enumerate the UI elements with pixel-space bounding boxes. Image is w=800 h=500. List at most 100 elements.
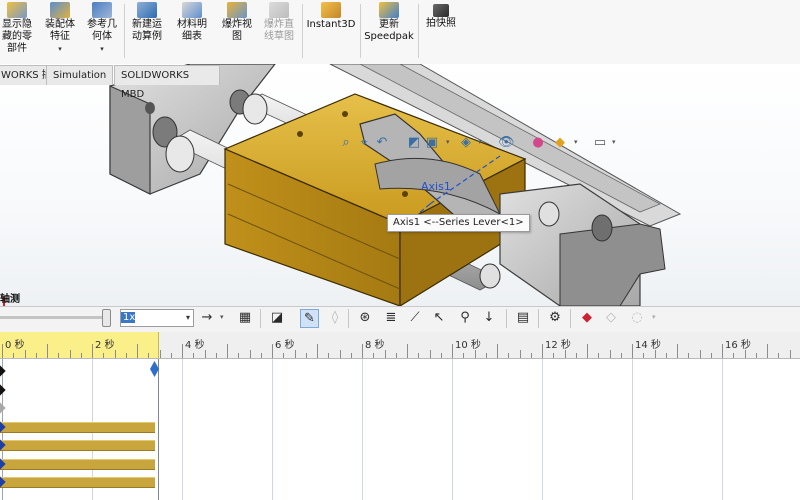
timeline-tick-label: 0 秒 <box>5 340 25 351</box>
new-motion-study-button[interactable]: 新建运 动算例 <box>127 0 167 64</box>
dropdown-caret-icon[interactable]: ▾ <box>82 43 122 55</box>
timeline-tick <box>418 353 420 358</box>
timeline-tick <box>35 353 37 358</box>
timeline-tick <box>620 353 622 358</box>
rod-end <box>538 201 560 227</box>
timeline-tick <box>148 353 150 358</box>
timeline-tick <box>24 350 26 358</box>
section-view-icon[interactable]: ◩ <box>406 134 422 152</box>
dropdown-caret-icon[interactable]: ▾ <box>446 138 450 146</box>
timeline-tick <box>553 353 555 358</box>
apply-scene-icon[interactable]: ◆ <box>552 134 568 152</box>
motion-study-properties-icon[interactable]: ⚙ <box>546 309 564 327</box>
ribbon-separator <box>124 4 125 58</box>
instant3d-button[interactable]: Instant3D <box>305 0 357 64</box>
zoom-to-area-icon[interactable]: ⌖ <box>356 134 372 152</box>
motor-icon[interactable]: ⊛ <box>356 309 374 327</box>
previous-view-icon[interactable]: ↶ <box>374 134 390 152</box>
playback-slider-thumb[interactable] <box>102 309 111 327</box>
save-animation-icon[interactable]: ▦ <box>236 309 254 327</box>
key-bar[interactable] <box>0 458 155 470</box>
timeline-tick <box>508 353 510 358</box>
dropdown-caret-icon[interactable]: ▾ <box>574 138 578 146</box>
view-orientation-icon[interactable]: ▣ <box>424 134 440 152</box>
show-hidden-components-button[interactable]: 显示隐 藏的零 部件 <box>0 0 34 64</box>
tab-simulation[interactable]: Simulation <box>46 65 114 85</box>
animation-wizard-icon[interactable]: ◪ <box>268 309 286 327</box>
right-block-hole <box>591 214 613 242</box>
timeline-tick <box>58 353 60 358</box>
timeline-tick <box>485 353 487 358</box>
gravity-icon[interactable]: ↓ <box>480 309 498 327</box>
timeline-tick <box>80 353 82 358</box>
timeline-tick <box>69 350 71 358</box>
screw-hole <box>342 111 348 117</box>
material-icon[interactable]: ◆ <box>578 309 596 327</box>
dropdown-caret-icon[interactable]: ▾ <box>652 313 656 321</box>
tab-solidworks-mbd[interactable]: SOLIDWORKS MBD <box>114 65 220 100</box>
timeline-tick <box>170 353 172 358</box>
timeline-tick <box>632 344 633 358</box>
rod-end <box>479 263 501 289</box>
toolbar-separator <box>506 309 507 328</box>
add-update-key-icon[interactable]: ◊ <box>326 309 344 327</box>
dropdown-caret-icon[interactable]: ▾ <box>40 43 80 55</box>
timeline-tick <box>440 353 442 358</box>
timeline-tick-label: 10 秒 <box>455 340 481 351</box>
timeline-tick <box>193 353 195 358</box>
timeline-tick-label: 14 秒 <box>635 340 661 351</box>
timeline-tick-label: 2 秒 <box>95 340 115 351</box>
timeline-tick <box>272 344 273 358</box>
take-snapshot-button[interactable]: 拍快照 <box>421 0 461 64</box>
timeline-tick <box>350 353 352 358</box>
dropdown-caret-icon[interactable]: ▾ <box>612 138 616 146</box>
key-bar[interactable] <box>0 440 155 451</box>
timeline-tick <box>474 350 476 358</box>
reference-geometry-button[interactable]: 参考几 何体 ▾ <box>82 0 122 64</box>
spring-icon[interactable]: ≣ <box>382 309 400 327</box>
update-speedpak-icon <box>379 2 399 18</box>
explode-line-sketch-button[interactable]: 爆炸直 线草图 <box>259 0 299 64</box>
timeline-gridline <box>632 359 633 500</box>
hide-show-items-icon[interactable]: 👁 <box>498 134 515 152</box>
timeline-gridline <box>542 359 543 500</box>
toolbar-separator <box>348 309 349 328</box>
timeline-tick <box>13 353 15 358</box>
autokey-icon[interactable]: ✎ <box>300 309 319 328</box>
timeline-tick <box>564 350 566 358</box>
contact-icon[interactable]: ⚲ <box>456 309 474 327</box>
timeline-tick-label: 6 秒 <box>275 340 295 351</box>
dropdown-caret-icon[interactable]: ▾ <box>220 313 224 321</box>
key-bar[interactable] <box>0 477 155 488</box>
zoom-to-fit-icon[interactable]: ⌕ <box>338 134 354 152</box>
timeline-tick <box>305 353 307 358</box>
ribbon-separator <box>418 4 419 58</box>
damper-icon[interactable]: ⟋ <box>406 309 424 327</box>
playback-speed-select[interactable]: 1x ▾ <box>120 309 194 327</box>
exploded-view-button[interactable]: 爆炸视 图 <box>217 0 257 64</box>
playback-slider-track[interactable] <box>0 316 108 319</box>
assembly-features-button[interactable]: 装配体 特征 ▾ <box>40 0 80 64</box>
bill-of-materials-button[interactable]: 材料明 细表 <box>172 0 212 64</box>
key-bar[interactable] <box>0 421 155 433</box>
simulation-setup-icon[interactable]: ◇ <box>602 309 620 327</box>
collapse-icon[interactable]: ◌ <box>628 309 646 327</box>
timeline-tick-label: 4 秒 <box>185 340 205 351</box>
timeline-tick <box>497 344 498 358</box>
playback-mode-icon[interactable]: → <box>198 309 216 327</box>
dropdown-caret-icon[interactable]: ▾ <box>478 138 482 146</box>
view-settings-icon[interactable]: ▭ <box>592 134 608 152</box>
graphics-area[interactable]: ⌕ ⌖ ↶ ◩ ▣ ▾ ◈ ▾ 👁 ● ◆ ▾ ▭ ▾ <box>0 64 800 306</box>
force-icon[interactable]: ↖ <box>430 309 448 327</box>
edit-appearance-icon[interactable]: ● <box>530 134 546 152</box>
right-end-block-side <box>559 223 666 306</box>
timeline-gridline <box>272 359 273 500</box>
timeline-tick <box>395 353 397 358</box>
timeline-tick <box>519 350 521 358</box>
assembly-model[interactable] <box>0 64 800 306</box>
axis1-label: Axis1 <box>421 180 451 193</box>
toolbar-separator <box>260 309 261 328</box>
results-plots-icon[interactable]: ▤ <box>514 309 532 327</box>
update-speedpak-button[interactable]: 更新 Speedpak <box>363 0 415 64</box>
display-style-icon[interactable]: ◈ <box>458 134 474 152</box>
